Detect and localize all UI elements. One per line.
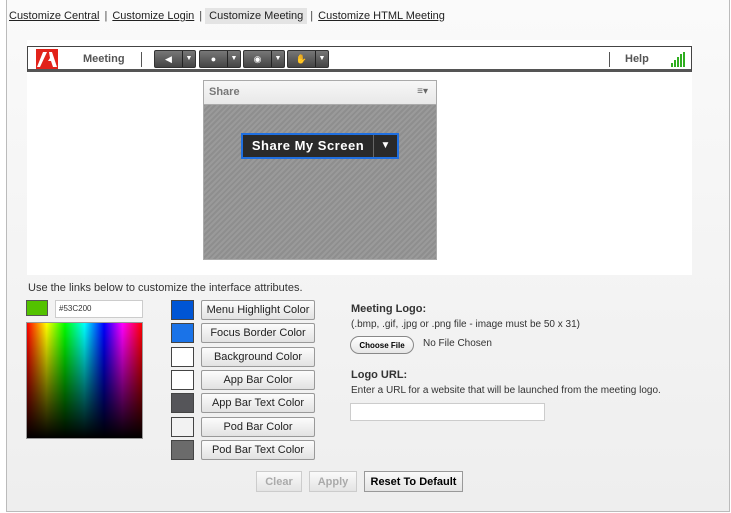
reset-to-default-button[interactable]: Reset To Default [364, 471, 463, 492]
speaker-button[interactable]: ◀ ▼ [154, 50, 196, 68]
raise-hand-button[interactable]: ✋ ▼ [287, 50, 329, 68]
raise-hand-icon: ✋ [295, 54, 308, 64]
color-swatch[interactable] [171, 393, 194, 414]
color-option-button[interactable]: App Bar Text Color [201, 393, 315, 414]
color-option-row: App Bar Color [171, 369, 315, 390]
pod-bar: Share ≡▾ [204, 81, 436, 105]
microphone-icon: ● [210, 54, 217, 64]
current-color-swatch [26, 300, 48, 316]
app-bar-title: Meeting [83, 53, 125, 65]
signal-strength-icon [671, 52, 685, 67]
link-customize-central[interactable]: Customize Central [7, 8, 101, 24]
chevron-down-icon[interactable]: ▼ [271, 51, 284, 67]
pod-title: Share [209, 86, 240, 98]
separator: | [104, 10, 108, 22]
logo-url-label: Logo URL: [351, 369, 408, 381]
color-option-row: Menu Highlight Color [171, 300, 315, 320]
color-option-button[interactable]: Focus Border Color [201, 323, 315, 344]
chevron-down-icon[interactable]: ▼ [373, 135, 397, 157]
webcam-button[interactable]: ◉ ▼ [243, 50, 285, 68]
share-button-label: Share My Screen [251, 138, 365, 153]
instructions: Use the links below to customize the int… [28, 282, 303, 294]
color-swatch[interactable] [171, 346, 194, 367]
chevron-down-icon[interactable]: ▼ [227, 51, 240, 67]
separator: | [310, 10, 314, 22]
webcam-icon: ◉ [253, 54, 262, 64]
microphone-button[interactable]: ● ▼ [199, 50, 241, 68]
color-option-button[interactable]: Pod Bar Color [201, 416, 315, 437]
separator: | [199, 10, 203, 22]
color-option-button[interactable]: Background Color [201, 346, 315, 367]
color-option-row: Focus Border Color [171, 323, 315, 344]
color-swatch[interactable] [171, 300, 194, 320]
color-option-row: App Bar Text Color [171, 393, 315, 414]
pod-menu-icon[interactable]: ≡▾ [417, 86, 428, 97]
share-my-screen-button[interactable]: Share My Screen ▼ [241, 133, 399, 159]
logo-url-hint: Enter a URL for a website that will be l… [351, 385, 661, 396]
color-swatch[interactable] [171, 439, 194, 460]
divider [609, 52, 610, 67]
meeting-logo-hint: (.bmp, .gif, .jpg or .png file - image m… [351, 319, 580, 330]
chevron-down-icon[interactable]: ▼ [315, 51, 328, 67]
color-option-button[interactable]: App Bar Color [201, 369, 315, 390]
breadcrumb-nav: Customize Central | Customize Login | Cust… [7, 8, 447, 24]
color-option-button[interactable]: Menu Highlight Color [201, 300, 315, 320]
meeting-logo-label: Meeting Logo: [351, 303, 427, 315]
app-bar-preview: Meeting ◀ ▼ ● ▼ ◉ ▼ ✋ ▼ Help [27, 46, 692, 72]
color-option-row: Pod Bar Color [171, 416, 315, 437]
link-customize-html-meeting[interactable]: Customize HTML Meeting [316, 8, 447, 24]
chevron-down-icon[interactable]: ▼ [182, 51, 195, 67]
link-customize-meeting[interactable]: Customize Meeting [205, 8, 308, 24]
color-spectrum-picker[interactable] [26, 322, 143, 439]
color-swatch[interactable] [171, 323, 194, 344]
color-option-button[interactable]: Pod Bar Text Color [201, 439, 315, 460]
share-pod: Share ≡▾ Share My Screen ▼ [203, 80, 437, 260]
file-status: No File Chosen [423, 338, 492, 349]
choose-file-button[interactable]: Choose File [350, 336, 414, 354]
color-option-row: Background Color [171, 346, 315, 367]
color-swatch[interactable] [171, 416, 194, 437]
speaker-icon: ◀ [165, 54, 172, 64]
hex-color-input[interactable]: #53C200 [55, 300, 143, 318]
adobe-logo-icon [36, 49, 58, 69]
apply-button[interactable]: Apply [309, 471, 357, 492]
divider [141, 52, 142, 67]
help-link[interactable]: Help [625, 53, 649, 65]
color-swatch[interactable] [171, 369, 194, 390]
link-customize-login[interactable]: Customize Login [110, 8, 196, 24]
logo-url-input[interactable] [350, 403, 545, 421]
clear-button[interactable]: Clear [256, 471, 302, 492]
color-option-row: Pod Bar Text Color [171, 439, 315, 460]
